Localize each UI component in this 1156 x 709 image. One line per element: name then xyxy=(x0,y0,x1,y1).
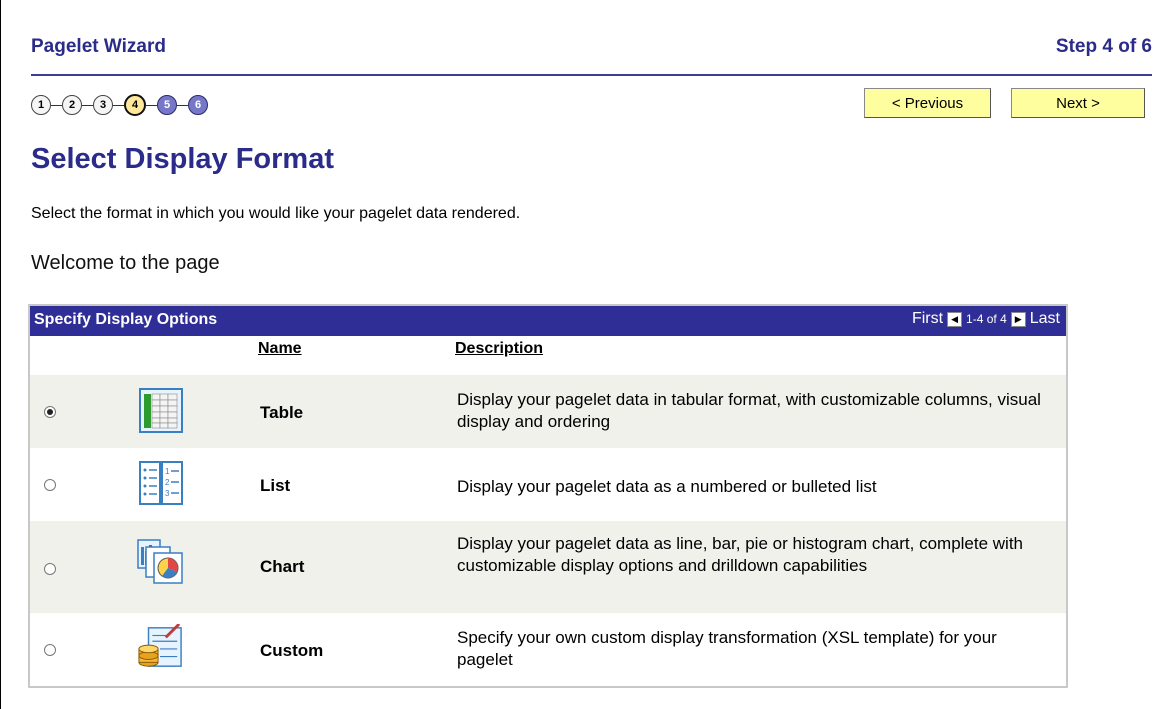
welcome-text: Welcome to the page xyxy=(31,252,220,274)
pager-next-icon[interactable]: ▶ xyxy=(1010,311,1026,327)
step-connector xyxy=(51,104,62,106)
step-connector xyxy=(113,104,124,106)
custom-icon xyxy=(138,624,182,667)
pager-first-link[interactable]: First xyxy=(912,310,943,328)
step-5: 5 xyxy=(157,95,177,115)
svg-text:2: 2 xyxy=(165,478,170,487)
grid-title: Specify Display Options xyxy=(34,311,218,328)
option-description-custom: Specify your own custom display transfor… xyxy=(457,628,997,669)
option-row-custom[interactable]: Custom Specify your own custom display t… xyxy=(30,613,1066,686)
left-border xyxy=(0,0,1,709)
pager-previous-icon[interactable]: ◀ xyxy=(947,311,963,327)
step-2[interactable]: 2 xyxy=(62,95,82,115)
pager-range: 1-4 of 4 xyxy=(966,312,1007,326)
option-radio-table[interactable] xyxy=(44,406,56,418)
grid-pager: First ◀ 1-4 of 4 ▶ Last xyxy=(912,310,1060,328)
wizard-step-indicator: Step 4 of 6 xyxy=(1055,36,1152,57)
wizard-title: Pagelet Wizard xyxy=(31,36,166,57)
svg-text:1: 1 xyxy=(165,467,170,476)
option-name-custom: Custom xyxy=(260,641,324,660)
option-name-chart: Chart xyxy=(260,557,305,576)
list-icon: 1 2 3 xyxy=(139,461,183,505)
instructions-text: Select the format in which you would lik… xyxy=(31,205,521,222)
option-name-table: Table xyxy=(260,403,304,422)
option-name-list: List xyxy=(260,476,291,495)
option-radio-custom[interactable] xyxy=(44,644,56,656)
page-title: Select Display Format xyxy=(31,143,334,175)
option-radio-list[interactable] xyxy=(44,479,56,491)
wizard-header: Pagelet Wizard Step 4 of 6 xyxy=(31,36,1152,76)
option-row-chart[interactable]: Chart Display your pagelet data as line,… xyxy=(30,521,1066,613)
step-4-current: 4 xyxy=(124,94,146,116)
step-6: 6 xyxy=(188,95,208,115)
option-description-chart: Display your pagelet data as line, bar, … xyxy=(457,534,1024,575)
option-row-list[interactable]: 1 2 3 List Display your pagelet data as a … xyxy=(30,448,1066,521)
column-header-name: Name xyxy=(258,340,302,357)
next-button[interactable]: Next > xyxy=(1011,88,1145,118)
step-connector xyxy=(82,104,93,106)
svg-text:3: 3 xyxy=(165,489,170,498)
previous-button[interactable]: < Previous xyxy=(864,88,991,118)
step-connector xyxy=(146,104,157,106)
display-options-grid: Specify Display Options First ◀ 1-4 of 4… xyxy=(28,304,1068,688)
step-progress: 1 2 3 4 5 6 xyxy=(31,92,208,118)
column-header-description: Description xyxy=(455,340,544,357)
step-1[interactable]: 1 xyxy=(31,95,51,115)
chart-icon xyxy=(137,539,183,584)
table-icon xyxy=(139,388,183,433)
step-connector xyxy=(177,104,188,106)
option-row-table[interactable]: Table Display your pagelet data in tabul… xyxy=(30,375,1066,448)
grid-header: Specify Display Options First ◀ 1-4 of 4… xyxy=(30,306,1066,336)
step-3[interactable]: 3 xyxy=(93,95,113,115)
pager-last-link[interactable]: Last xyxy=(1030,310,1060,328)
option-description-table: Display your pagelet data in tabular for… xyxy=(457,390,1041,431)
option-description-list: Display your pagelet data as a numbered … xyxy=(457,477,877,496)
option-radio-chart[interactable] xyxy=(44,563,56,575)
